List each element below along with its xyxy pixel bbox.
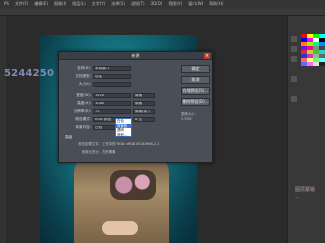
- panel-icon[interactable]: [291, 36, 297, 42]
- menu-item[interactable]: 窗口(W): [188, 0, 203, 8]
- width-field: 宽度(W): 1920 像素: [63, 92, 163, 98]
- swatches-panel[interactable]: [301, 34, 325, 66]
- panel-icon[interactable]: [291, 96, 297, 102]
- document-type-field: 文档类型: 自定: [63, 73, 163, 79]
- menu-item[interactable]: 3D(D): [151, 0, 163, 8]
- menu-item[interactable]: 帮助(H): [209, 0, 223, 8]
- color-profile-row: 颜色配置文件: 工作中的 RGB: sRGB IEC61966-2.1: [78, 142, 160, 146]
- menu-item[interactable]: 文件(F): [15, 0, 28, 8]
- cancel-button[interactable]: 取消: [181, 76, 210, 84]
- hands-shape: [102, 221, 138, 235]
- color-swatch[interactable]: [319, 62, 325, 66]
- watermark-number: 5244250: [4, 68, 55, 79]
- menu-item[interactable]: 文字(Y): [92, 0, 106, 8]
- size-field: 大小(I):: [63, 81, 163, 87]
- ok-button[interactable]: 确定: [181, 65, 210, 73]
- tools-panel[interactable]: [0, 16, 6, 243]
- image-size-block: 图像大小: 5.93M: [181, 112, 210, 122]
- background-contents-field: 背景内容: 白色: [63, 124, 163, 130]
- advanced-toggle[interactable]: 高级: [65, 135, 72, 140]
- panel-subtext: —: [295, 195, 299, 200]
- name-field: 名称(N): 未标题-1: [63, 65, 163, 71]
- image-size-value: 5.93M: [181, 117, 192, 121]
- menu-item[interactable]: 视图(V): [168, 0, 182, 8]
- dialog-title: 新建: [131, 53, 140, 58]
- pixel-aspect-row: 像素长宽比: 方形像素: [81, 150, 116, 154]
- menu-item[interactable]: 图层(L): [72, 0, 85, 8]
- save-preset-button[interactable]: 存储预设(S)...: [181, 87, 210, 95]
- background-dropdown[interactable]: 白色 背景色 透明 其他...: [115, 118, 132, 137]
- menu-item[interactable]: 图像(I): [54, 0, 66, 8]
- menu-item[interactable]: 编辑(E): [34, 0, 48, 8]
- dialog-titlebar: 新建 ×: [59, 52, 212, 60]
- panel-icon[interactable]: [291, 56, 297, 62]
- close-icon[interactable]: ×: [204, 53, 210, 59]
- new-document-dialog: 新建 × 名称(N): 未标题-1 文档类型: 自定 大小(I): 宽度(W):…: [58, 51, 213, 163]
- dropdown-option[interactable]: 其他...: [116, 133, 131, 138]
- menu-item[interactable]: PS: [4, 0, 9, 8]
- delete-preset-button[interactable]: 删除预设(D)...: [181, 98, 210, 106]
- options-bar: [0, 8, 325, 16]
- panel-icon[interactable]: [291, 46, 297, 52]
- color-mode-field: 颜色模式: RGB 颜色 8 位: [63, 116, 163, 122]
- layer-mask-label: 图层蒙版: [295, 187, 316, 193]
- resolution-field: 分辨率(R): 72 像素/英寸: [63, 108, 163, 114]
- menu-item[interactable]: 选择(S): [111, 0, 125, 8]
- menu-bar: PS 文件(F) 编辑(E) 图像(I) 图层(L) 文字(Y) 选择(S) 滤…: [0, 0, 325, 8]
- panel-icon[interactable]: [291, 76, 297, 82]
- flowers-shape: [110, 170, 156, 200]
- menu-item[interactable]: 滤镜(T): [131, 0, 145, 8]
- height-field: 高度(H): 1080 像素: [63, 100, 163, 106]
